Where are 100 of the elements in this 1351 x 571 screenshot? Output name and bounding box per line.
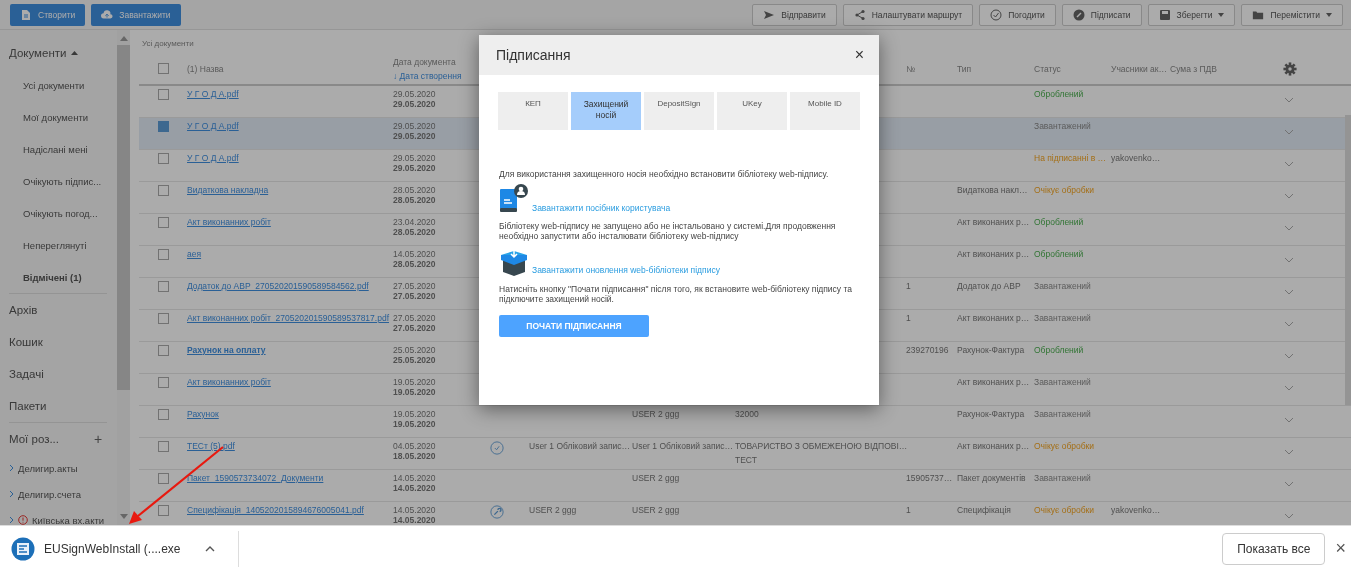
tab[interactable]: Захищений носій: [571, 92, 641, 130]
sidebar-item[interactable]: Мої документи: [9, 101, 117, 133]
download-file-name[interactable]: EUSignWebInstall (....exe: [44, 541, 181, 556]
column-header[interactable]: Тип: [957, 63, 1034, 74]
download-update-link[interactable]: Завантажити оновлення web-бібліотеки підпису: [532, 265, 720, 276]
folder-item[interactable]: Делигир.счета: [9, 481, 117, 507]
chevron-down-icon[interactable]: [1284, 321, 1294, 327]
chevron-down-icon[interactable]: [1284, 385, 1294, 391]
column-header[interactable]: Учасники ак…: [1111, 63, 1170, 74]
table-row[interactable]: Пакет_1590573734072_Документи 14.05.2020 14.05.2020 USER 2 ggg 15905737… Пакет документів Завантажений: [139, 470, 1351, 502]
chevron-down-icon[interactable]: [1284, 161, 1294, 167]
sidebar-section[interactable]: Пакети: [9, 390, 117, 422]
scroll-up-icon[interactable]: [119, 36, 128, 41]
sidebar-section[interactable]: Мої роз...: [9, 433, 59, 445]
table-cell: ТОВАРИСТВО З ОБМЕЖЕНОЮ ВІДПОВІ…: [735, 441, 906, 451]
checkbox[interactable]: [157, 473, 169, 484]
start-signing-button[interactable]: ПОЧАТИ ПІДПИСАННЯ: [499, 314, 649, 337]
toolbar-button[interactable]: Створити: [10, 3, 86, 26]
toolbar-button[interactable]: Погодити: [979, 3, 1056, 26]
tab[interactable]: UKey: [717, 92, 787, 130]
column-header[interactable]: ↓ Дата створення: [393, 70, 479, 81]
document-link[interactable]: У Г О Д А.pdf: [187, 153, 239, 163]
document-link[interactable]: Пакет_1590573734072_Документи: [187, 473, 324, 483]
document-link[interactable]: У Г О Д А.pdf: [187, 121, 239, 131]
scrollbar[interactable]: [117, 30, 130, 525]
status-text: Очікує обробки: [1034, 505, 1095, 515]
folder-item[interactable]: Делигир.акты: [9, 455, 117, 481]
sidebar-section[interactable]: Архів: [9, 294, 117, 326]
document-link[interactable]: Акт виконанних робіт_270520201590589537817.pdf: [187, 313, 389, 323]
table-row[interactable]: Рахунок 19.05.2020 19.05.2020 USER 2 ggg 32000 Рахунок-Фактура Завантажений: [139, 406, 1351, 438]
status-text: Оброблений: [1034, 345, 1084, 355]
sidebar-section[interactable]: Документи: [9, 37, 117, 69]
checkbox[interactable]: [157, 313, 169, 324]
document-link[interactable]: Специфікація_1405202015894676005041.pdf: [187, 505, 364, 515]
document-link[interactable]: Додаток до АВР_270520201590589584562.pdf: [187, 281, 369, 291]
checkbox[interactable]: [157, 345, 169, 356]
tab[interactable]: DepositSign: [644, 92, 714, 130]
toolbar-button[interactable]: Перемістити: [1241, 3, 1343, 26]
column-header[interactable]: №: [906, 63, 957, 74]
document-link[interactable]: Рахунок: [187, 409, 219, 419]
document-link[interactable]: Акт виконанних робіт: [187, 217, 271, 227]
checkbox[interactable]: [157, 281, 169, 292]
sidebar-item[interactable]: Непереглянуті: [9, 229, 117, 261]
tab[interactable]: КЕП: [498, 92, 568, 130]
chevron-down-icon[interactable]: [1284, 513, 1294, 519]
checkbox[interactable]: [157, 63, 169, 74]
checkbox[interactable]: [157, 185, 169, 196]
chevron-down-icon[interactable]: [1284, 481, 1294, 487]
document-link[interactable]: Видаткова накладна: [187, 185, 269, 195]
chevron-down-icon[interactable]: [1284, 257, 1294, 263]
document-link[interactable]: ТЕСт (5).pdf: [187, 441, 235, 451]
chevron-down-icon[interactable]: [1284, 193, 1294, 199]
chevron-down-icon[interactable]: [1284, 225, 1294, 231]
toolbar-button[interactable]: Підписати: [1061, 3, 1142, 26]
settings-icon[interactable]: [1283, 61, 1297, 76]
close-button[interactable]: ×: [1335, 538, 1346, 559]
document-link[interactable]: аея: [187, 249, 202, 259]
table-row[interactable]: ТЕСт (5).pdf 04.05.2020 18.05.2020 User 1 Обліковий запис… User 1 Обліковий запис… ТОВАРИСТВО З ОБМЕЖЕНОЮ ВІДПОВІ… ТЕСТ Акт виконаних р… Очікує обробки: [139, 438, 1351, 470]
column-header[interactable]: Статус: [1034, 63, 1111, 74]
sidebar-section[interactable]: Кошик: [9, 326, 117, 358]
sidebar-item[interactable]: Усі документи: [9, 69, 117, 101]
chevron-down-icon[interactable]: [1284, 417, 1294, 423]
chevron-down-icon[interactable]: [1284, 97, 1294, 103]
close-button[interactable]: ×: [854, 46, 864, 64]
scroll-down-icon[interactable]: [119, 514, 128, 519]
document-link[interactable]: У Г О Д А.pdf: [187, 89, 239, 99]
chevron-down-icon[interactable]: [1284, 289, 1294, 295]
checkbox[interactable]: [157, 409, 169, 420]
checkbox[interactable]: [157, 505, 169, 516]
chevron-down-icon[interactable]: [1284, 129, 1294, 135]
column-header[interactable]: (1) Назва: [187, 63, 393, 74]
column-header[interactable]: Сума з ПДВ: [1170, 63, 1270, 74]
toolbar-button[interactable]: Налаштувати маршрут: [842, 3, 974, 26]
chevron-down-icon[interactable]: [1284, 449, 1294, 455]
scrollbar-thumb[interactable]: [117, 45, 130, 390]
sidebar-section[interactable]: Задачі: [9, 358, 117, 390]
document-link[interactable]: Акт виконанних робіт: [187, 377, 271, 387]
checkbox[interactable]: [157, 153, 169, 164]
checkbox[interactable]: [157, 441, 169, 452]
show-all-button[interactable]: Показать все: [1222, 532, 1326, 565]
chevron-up-icon[interactable]: [204, 545, 215, 552]
toolbar-button[interactable]: Відправити: [752, 3, 837, 26]
tab[interactable]: Mobile ID: [790, 92, 860, 130]
toolbar-button[interactable]: Завантажити: [91, 3, 181, 26]
checkbox[interactable]: [157, 217, 169, 228]
checkbox[interactable]: [157, 121, 169, 132]
toolbar-button[interactable]: Зберегти: [1147, 3, 1236, 26]
column-header[interactable]: Дата документа: [393, 56, 479, 67]
chevron-down-icon[interactable]: [1284, 353, 1294, 359]
checkbox[interactable]: [157, 249, 169, 260]
checkbox[interactable]: [157, 377, 169, 388]
document-link[interactable]: Рахунок на оплату: [187, 345, 266, 355]
sidebar-item[interactable]: Очікують підпис...: [9, 165, 117, 197]
folder-item[interactable]: Київська вх.акти: [9, 507, 117, 525]
sidebar-item[interactable]: Відмічені (1): [9, 261, 117, 293]
download-manual-link[interactable]: Завантажити посібник користувача: [532, 203, 671, 214]
sidebar-item[interactable]: Надіслані мені: [9, 133, 117, 165]
add-button[interactable]: +: [94, 431, 103, 447]
checkbox[interactable]: [157, 89, 169, 100]
sidebar-item[interactable]: Очікують погод...: [9, 197, 117, 229]
